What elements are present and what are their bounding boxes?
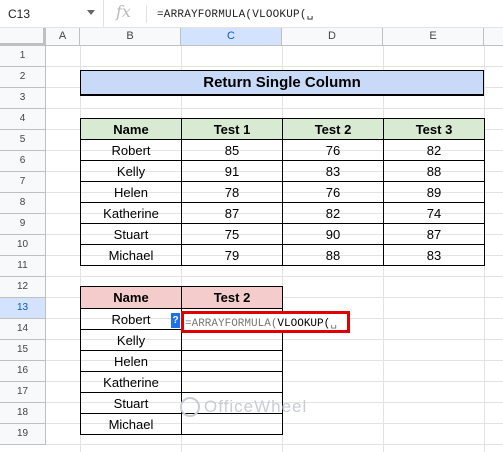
table-cell-empty[interactable] bbox=[181, 371, 283, 393]
cell-formula-text: =ARRAYFORMULA(VLOOKUP(␣ bbox=[185, 316, 337, 330]
formula-bar-divider bbox=[146, 5, 147, 23]
table-cell[interactable]: 82 bbox=[383, 139, 485, 161]
formula-bar: C13 fx =ARRAYFORMULA(VLOOKUP(␣ bbox=[0, 0, 503, 28]
table-cell[interactable]: 87 bbox=[383, 223, 485, 245]
table-cell[interactable]: 74 bbox=[383, 202, 485, 224]
table-cell[interactable]: 76 bbox=[282, 181, 384, 203]
formula-input[interactable]: =ARRAYFORMULA(VLOOKUP(␣ bbox=[157, 7, 313, 21]
row-header-9[interactable]: 9 bbox=[0, 214, 46, 235]
table-cell[interactable]: Kelly bbox=[80, 329, 182, 351]
formula-suffix: ␣ bbox=[330, 318, 337, 330]
table-cell[interactable]: 78 bbox=[181, 181, 283, 203]
table-cell[interactable]: Helen bbox=[80, 181, 182, 203]
table-cell-empty[interactable] bbox=[181, 350, 283, 372]
row-header-11[interactable]: 11 bbox=[0, 256, 46, 277]
row-header-17[interactable]: 17 bbox=[0, 382, 46, 403]
table-cell[interactable]: 83 bbox=[383, 244, 485, 266]
table-cell[interactable]: 87 bbox=[181, 202, 283, 224]
row-header-15[interactable]: 15 bbox=[0, 340, 46, 361]
table-header-cell: Test 2 bbox=[282, 118, 384, 140]
grid-line bbox=[46, 444, 503, 445]
chevron-down-icon[interactable] bbox=[87, 10, 95, 15]
table-header-cell: Test 3 bbox=[383, 118, 485, 140]
row-header-10[interactable]: 10 bbox=[0, 235, 46, 256]
table-cell[interactable]: Kelly bbox=[80, 160, 182, 182]
select-all-corner[interactable] bbox=[0, 28, 46, 46]
table-cell[interactable]: 76 bbox=[282, 139, 384, 161]
table-cell[interactable]: Michael bbox=[80, 413, 182, 435]
watermark: OfficeWheel bbox=[180, 397, 307, 417]
table-cell[interactable]: 88 bbox=[282, 244, 384, 266]
table-header-cell: Test 2 bbox=[181, 286, 283, 309]
table-header-cell: Name bbox=[80, 286, 182, 309]
grid-line bbox=[46, 108, 503, 109]
row-header-1[interactable]: 1 bbox=[0, 46, 46, 67]
fx-icon: fx bbox=[116, 2, 131, 21]
table-cell[interactable]: 90 bbox=[282, 223, 384, 245]
active-cell-c13[interactable]: =ARRAYFORMULA(VLOOKUP(␣ bbox=[181, 311, 350, 333]
table-cell[interactable]: Robert bbox=[80, 139, 182, 161]
formula-prefix: =ARRAYFORMULA( bbox=[185, 318, 278, 330]
row-header-7[interactable]: 7 bbox=[0, 172, 46, 193]
row-header-16[interactable]: 16 bbox=[0, 361, 46, 382]
column-header-overflow bbox=[484, 28, 503, 46]
table-cell[interactable]: 83 bbox=[282, 160, 384, 182]
table-cell[interactable]: 79 bbox=[181, 244, 283, 266]
column-header-a[interactable]: A bbox=[46, 28, 80, 46]
table-cell[interactable]: Michael bbox=[80, 244, 182, 266]
table-cell[interactable]: Helen bbox=[80, 350, 182, 372]
row-header-8[interactable]: 8 bbox=[0, 193, 46, 214]
grid-line bbox=[46, 66, 503, 67]
column-header-e[interactable]: E bbox=[383, 28, 484, 46]
formula-help-icon[interactable]: ? bbox=[171, 313, 180, 328]
officewheel-logo-icon bbox=[180, 397, 200, 417]
row-header-5[interactable]: 5 bbox=[0, 130, 46, 151]
table-cell[interactable]: 85 bbox=[181, 139, 283, 161]
row-header-6[interactable]: 6 bbox=[0, 151, 46, 172]
page-title: Return Single Column bbox=[80, 70, 484, 96]
table-cell[interactable]: Katherine bbox=[80, 371, 182, 393]
row-header-14[interactable]: 14 bbox=[0, 319, 46, 340]
table-cell[interactable]: Stuart bbox=[80, 223, 182, 245]
table-cell[interactable]: 89 bbox=[383, 181, 485, 203]
row-header-3[interactable]: 3 bbox=[0, 88, 46, 109]
row-header-13[interactable]: 13 bbox=[0, 298, 46, 319]
row-header-18[interactable]: 18 bbox=[0, 403, 46, 424]
table-cell[interactable]: 82 bbox=[282, 202, 384, 224]
table-header-cell: Test 1 bbox=[181, 118, 283, 140]
table-cell[interactable]: 91 bbox=[181, 160, 283, 182]
row-header-4[interactable]: 4 bbox=[0, 109, 46, 130]
formula-function: VLOOKUP( bbox=[277, 318, 331, 330]
table-cell[interactable]: Robert bbox=[80, 308, 182, 330]
row-header-2[interactable]: 2 bbox=[0, 67, 46, 88]
table-cell[interactable]: Katherine bbox=[80, 202, 182, 224]
column-header-c[interactable]: C bbox=[181, 28, 282, 46]
row-header-19[interactable]: 19 bbox=[0, 424, 46, 445]
table-header-cell: Name bbox=[80, 118, 182, 140]
table-cell[interactable]: Stuart bbox=[80, 392, 182, 414]
row-header-12[interactable]: 12 bbox=[0, 277, 46, 298]
column-header-d[interactable]: D bbox=[282, 28, 383, 46]
watermark-text: OfficeWheel bbox=[204, 397, 308, 416]
table-cell[interactable]: 75 bbox=[181, 223, 283, 245]
grid-line bbox=[46, 276, 503, 277]
table-cell[interactable]: 88 bbox=[383, 160, 485, 182]
name-box[interactable]: C13 bbox=[0, 0, 104, 28]
column-header-b[interactable]: B bbox=[80, 28, 181, 46]
name-box-value: C13 bbox=[8, 7, 31, 21]
